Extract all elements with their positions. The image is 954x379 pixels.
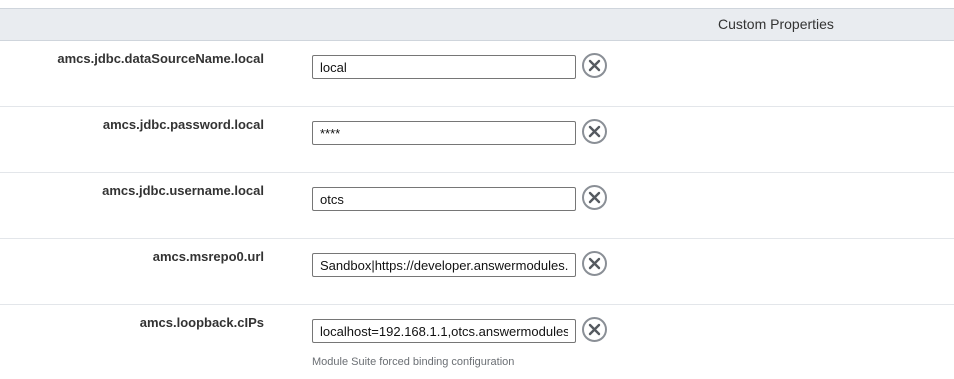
property-row: amcs.loopback.cIPs Module Suite forced b…	[0, 305, 954, 375]
property-hint: Module Suite forced binding configuratio…	[312, 356, 515, 368]
remove-property-button[interactable]	[582, 317, 607, 342]
property-row: amcs.jdbc.username.local	[0, 173, 954, 239]
property-name: amcs.loopback.cIPs	[139, 315, 264, 330]
property-row: amcs.jdbc.password.local	[0, 107, 954, 173]
property-name: amcs.jdbc.password.local	[102, 117, 264, 132]
property-value-input[interactable]	[312, 55, 576, 79]
close-icon	[588, 191, 601, 204]
property-row: amcs.jdbc.dataSourceName.local	[0, 41, 954, 107]
close-icon	[588, 257, 601, 270]
property-value-input[interactable]	[312, 253, 576, 277]
close-icon	[588, 59, 601, 72]
close-icon	[588, 125, 601, 138]
property-value-input[interactable]	[312, 121, 576, 145]
property-name: amcs.msrepo0.url	[152, 249, 264, 264]
close-icon	[588, 323, 601, 336]
section-title: Custom Properties	[718, 16, 834, 32]
remove-property-button[interactable]	[582, 119, 607, 144]
remove-property-button[interactable]	[582, 185, 607, 210]
property-row: amcs.msrepo0.url	[0, 239, 954, 305]
section-header: Custom Properties	[0, 8, 954, 41]
top-strip	[0, 0, 954, 8]
property-name: amcs.jdbc.username.local	[102, 183, 264, 198]
property-value-input[interactable]	[312, 319, 576, 343]
remove-property-button[interactable]	[582, 251, 607, 276]
property-name: amcs.jdbc.dataSourceName.local	[57, 51, 264, 66]
property-value-input[interactable]	[312, 187, 576, 211]
remove-property-button[interactable]	[582, 53, 607, 78]
